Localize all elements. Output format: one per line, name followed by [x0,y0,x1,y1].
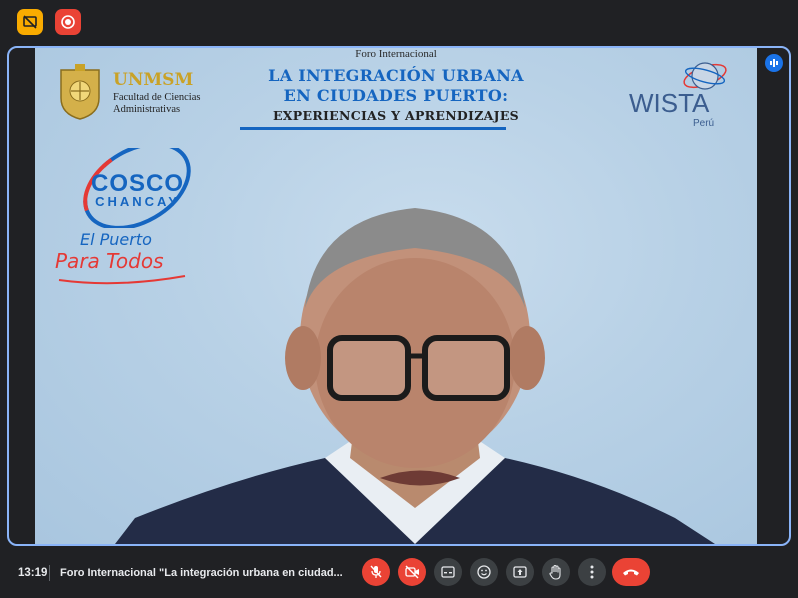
present-now-button[interactable] [506,558,534,586]
captions-button[interactable] [434,558,462,586]
meeting-controls-bar: 13:19 Foro Internacional "La integración… [0,548,798,598]
video-stage: Foro Internacional LA INTEGRACIÓN URBANA… [35,48,757,544]
speaker-video-image [115,208,715,544]
audio-level-indicator [765,54,783,72]
raise-hand-button[interactable] [542,558,570,586]
leave-call-button[interactable] [612,558,650,586]
microphone-off-icon [370,565,382,578]
record-icon [61,15,75,29]
end-call-icon [623,569,639,576]
recording-indicator-button[interactable] [55,9,81,35]
unmsm-name: UNMSM [113,70,194,90]
raise-hand-icon [549,564,561,580]
audio-bars-icon [770,59,778,67]
presentation-off-icon [23,15,37,29]
divider [49,565,50,581]
more-options-icon [590,565,594,579]
microphone-toggle-button[interactable] [362,558,390,586]
camera-off-icon [404,565,419,579]
event-banner: Foro Internacional LA INTEGRACIÓN URBANA… [35,48,757,138]
camera-toggle-button[interactable] [398,558,426,586]
wista-name: WISTA [629,88,710,118]
banner-underline [240,127,506,130]
presentation-indicator-button[interactable] [17,9,43,35]
unmsm-seal-icon [60,64,100,120]
reactions-button[interactable] [470,558,498,586]
top-bar [0,0,798,44]
wista-logo-icon: WISTA Perú [629,62,727,129]
captions-icon [441,566,455,578]
more-options-button[interactable] [578,558,606,586]
participant-video-tile[interactable]: Foro Internacional LA INTEGRACIÓN URBANA… [7,46,791,546]
unmsm-faculty-line1: Facultad de Ciencias [113,92,201,103]
present-icon [513,566,527,578]
meeting-time: 13:19 [18,567,48,579]
emoji-icon [477,565,491,579]
meeting-title: Foro Internacional "La integración urban… [60,567,343,579]
unmsm-faculty-line2: Administrativas [113,104,181,115]
wista-country: Perú [693,118,714,129]
